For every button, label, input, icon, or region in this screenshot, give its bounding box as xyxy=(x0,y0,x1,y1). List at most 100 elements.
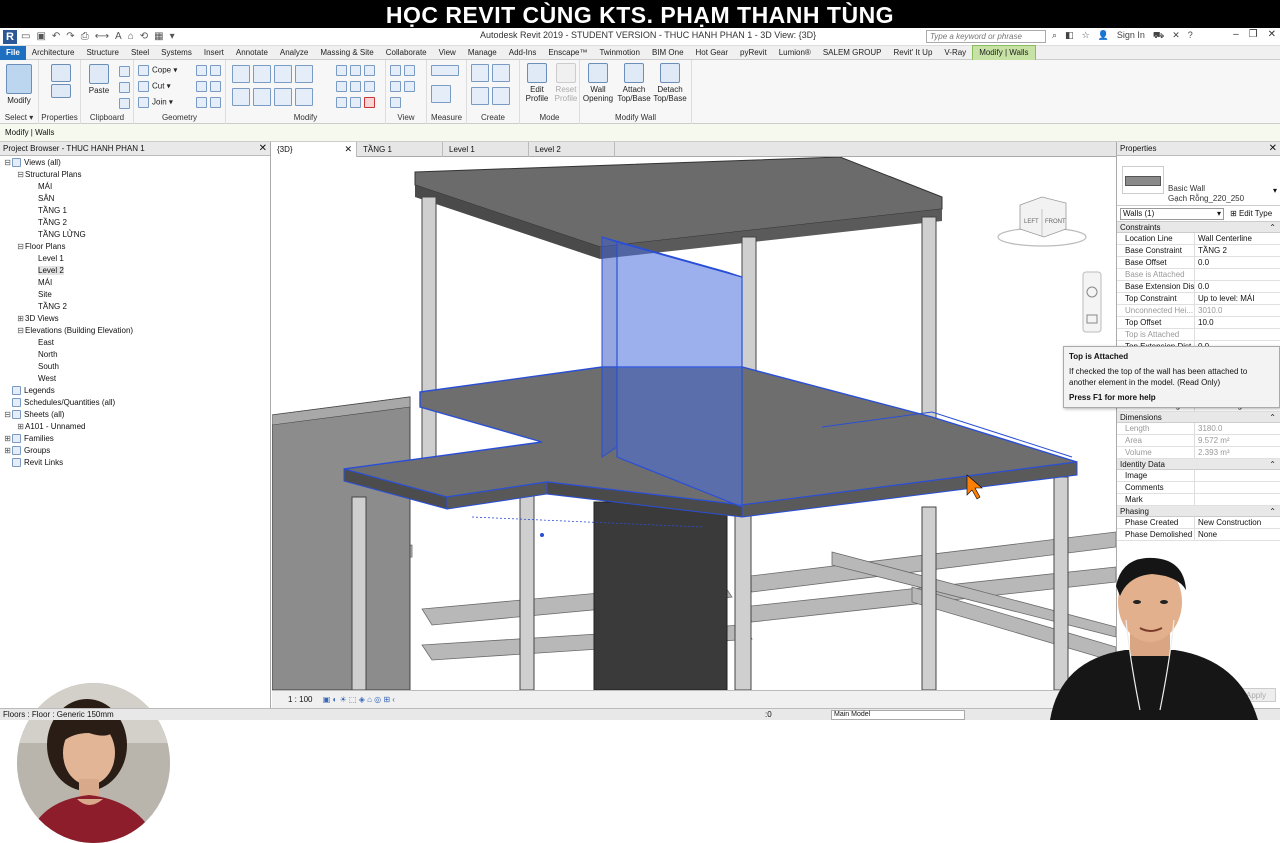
property-value[interactable]: TẦNG 2 xyxy=(1195,245,1227,256)
tree-node[interactable]: South xyxy=(0,361,270,373)
user-icon[interactable]: 👤 xyxy=(1098,30,1109,42)
paint-icon[interactable] xyxy=(196,97,224,108)
create-parts-icon[interactable] xyxy=(471,64,513,82)
sign-in-link[interactable]: Sign In xyxy=(1117,30,1145,42)
ribbon-tab-15[interactable]: BIM One xyxy=(646,46,690,60)
tree-node[interactable]: ⊟Elevations (Building Elevation) xyxy=(0,325,270,337)
property-value[interactable]: 10.0 xyxy=(1195,317,1214,328)
collapse-icon[interactable]: ⌃ xyxy=(1269,506,1276,517)
edit-type-button[interactable]: ⊞ Edit Type xyxy=(1230,209,1272,218)
dimension-icon[interactable] xyxy=(431,85,454,103)
detach-top-base-button[interactable]: Detach Top/Base xyxy=(652,63,688,103)
ribbon-tab-10[interactable]: View xyxy=(433,46,462,60)
property-value[interactable]: None xyxy=(1195,529,1217,540)
search-input[interactable]: Type a keyword or phrase xyxy=(926,30,1046,43)
tree-node[interactable]: MÁI xyxy=(0,277,270,289)
override-icon[interactable] xyxy=(390,81,418,92)
redo-icon[interactable]: ↷ xyxy=(66,31,74,42)
ribbon-tab-22[interactable]: Modify | Walls xyxy=(972,45,1036,60)
tree-node[interactable]: TẦNG LỬNG xyxy=(0,229,270,241)
ribbon-tab-8[interactable]: Massing & Site xyxy=(314,46,379,60)
paste-button[interactable]: Paste xyxy=(81,64,117,95)
ribbon-tab-20[interactable]: Revit' It Up xyxy=(888,46,939,60)
navigation-bar[interactable] xyxy=(1082,271,1102,333)
ribbon-tab-7[interactable]: Analyze xyxy=(274,46,314,60)
tree-toggle-icon[interactable]: ⊟ xyxy=(16,325,25,337)
qat-dropdown-icon[interactable]: ▾ xyxy=(170,31,175,42)
tree-node[interactable]: North xyxy=(0,349,270,361)
cut-clipboard-icon[interactable] xyxy=(119,66,133,77)
close-icon[interactable]: ✕ xyxy=(1269,142,1277,156)
scale-icon[interactable] xyxy=(336,81,378,92)
ribbon-tab-0[interactable]: File xyxy=(0,45,26,60)
ribbon-tab-17[interactable]: pyRevit xyxy=(734,46,773,60)
measure-icon[interactable]: ⟷ xyxy=(95,31,109,42)
sync-icon[interactable]: ⟲ xyxy=(140,31,148,42)
tree-node[interactable]: ⊟ Sheets (all) xyxy=(0,409,270,421)
property-value[interactable]: Up to level: MÁI xyxy=(1195,293,1254,304)
tree-node[interactable]: ⊟Floor Plans xyxy=(0,241,270,253)
undo-icon[interactable]: ↶ xyxy=(52,31,60,42)
property-value[interactable]: New Construction xyxy=(1195,517,1261,528)
minimize-icon[interactable]: – xyxy=(1233,29,1239,40)
collapse-icon[interactable]: ⌃ xyxy=(1269,222,1276,233)
modify-button[interactable]: Modify xyxy=(2,64,36,105)
tree-node[interactable]: ⊞ Families xyxy=(0,433,270,445)
type-properties-icon[interactable] xyxy=(51,84,71,98)
close-icon[interactable]: ✕ xyxy=(344,142,352,157)
view-tab-2[interactable]: Level 1 xyxy=(443,142,529,157)
tree-toggle-icon[interactable]: ⊞ xyxy=(3,445,12,457)
print-icon[interactable]: ⎙ xyxy=(81,31,89,42)
property-category[interactable]: Identity Data ⌃ xyxy=(1117,459,1280,470)
ribbon-tab-9[interactable]: Collaborate xyxy=(380,46,433,60)
hide-icon[interactable] xyxy=(390,97,404,108)
view-scale[interactable]: 1 : 100 xyxy=(288,695,312,704)
chevron-down-icon[interactable]: ▾ xyxy=(1273,186,1277,195)
cut-button[interactable]: Cut ▾ xyxy=(138,81,171,92)
star-icon[interactable]: ☆ xyxy=(1082,30,1090,42)
measure-tool-icon[interactable] xyxy=(431,65,462,76)
view-tab-0[interactable]: {3D} ✕ xyxy=(271,142,357,157)
tree-node[interactable]: Level 2 xyxy=(0,265,270,277)
reset-profile-button[interactable]: Reset Profile xyxy=(549,63,583,103)
view-control-icons[interactable]: ▣ ◐ ☀ ⬚ ◈ ⌂ ◎ ⊞ ‹ xyxy=(323,695,395,704)
property-category[interactable]: Constraints ⌃ xyxy=(1117,222,1280,233)
ribbon-tab-18[interactable]: Lumion® xyxy=(773,46,817,60)
ribbon-tab-19[interactable]: SALEM GROUP xyxy=(817,46,888,60)
cart-icon[interactable]: ⛟ xyxy=(1153,30,1164,42)
tree-node[interactable]: Site xyxy=(0,289,270,301)
3d-view-icon[interactable]: ⌂ xyxy=(128,31,134,42)
wall-opening-button[interactable]: Wall Opening xyxy=(580,63,616,103)
selected-wall-side[interactable] xyxy=(601,236,618,458)
view-cube[interactable]: LEFT FRONT xyxy=(997,196,1087,247)
tree-toggle-icon[interactable]: ⊞ xyxy=(16,313,25,325)
tree-node[interactable]: West xyxy=(0,373,270,385)
property-value[interactable]: 0.0 xyxy=(1195,257,1209,268)
view-tab-3[interactable]: Level 2 xyxy=(529,142,615,157)
exchange-icon[interactable]: ✕ xyxy=(1172,30,1180,42)
view-tool-icon[interactable] xyxy=(390,65,418,76)
design-option-select[interactable]: Main Model xyxy=(831,710,965,720)
tree-node[interactable]: ⊟Structural Plans xyxy=(0,169,270,181)
split-face-icon[interactable] xyxy=(196,81,224,92)
tree-node[interactable]: Level 1 xyxy=(0,253,270,265)
tree-node[interactable]: TẦNG 2 xyxy=(0,301,270,313)
ribbon-tab-1[interactable]: Architecture xyxy=(26,46,81,60)
properties-button[interactable] xyxy=(43,64,79,100)
tree-node[interactable]: Revit Links xyxy=(0,457,270,469)
tree-node[interactable]: TẦNG 1 xyxy=(0,205,270,217)
property-category[interactable]: Dimensions ⌃ xyxy=(1117,412,1280,423)
geometry-tool-icon[interactable] xyxy=(196,65,224,76)
tree-toggle-icon[interactable]: ⊟ xyxy=(16,169,25,181)
ribbon-tab-12[interactable]: Add-Ins xyxy=(503,46,543,60)
ribbon-tab-5[interactable]: Insert xyxy=(198,46,230,60)
tree-node[interactable]: ⊟ Views (all) xyxy=(0,157,270,169)
property-value[interactable]: Wall Centerline xyxy=(1195,233,1252,244)
array-icon[interactable] xyxy=(336,65,378,76)
restore-icon[interactable]: ❐ xyxy=(1249,29,1258,40)
3d-model-canvas[interactable]: LEFT FRONT xyxy=(272,157,1116,690)
tree-node[interactable]: East xyxy=(0,337,270,349)
tree-toggle-icon[interactable]: ⊟ xyxy=(3,157,12,169)
collapse-icon[interactable]: ⌃ xyxy=(1269,412,1276,423)
close-icon[interactable]: ✕ xyxy=(259,142,267,156)
